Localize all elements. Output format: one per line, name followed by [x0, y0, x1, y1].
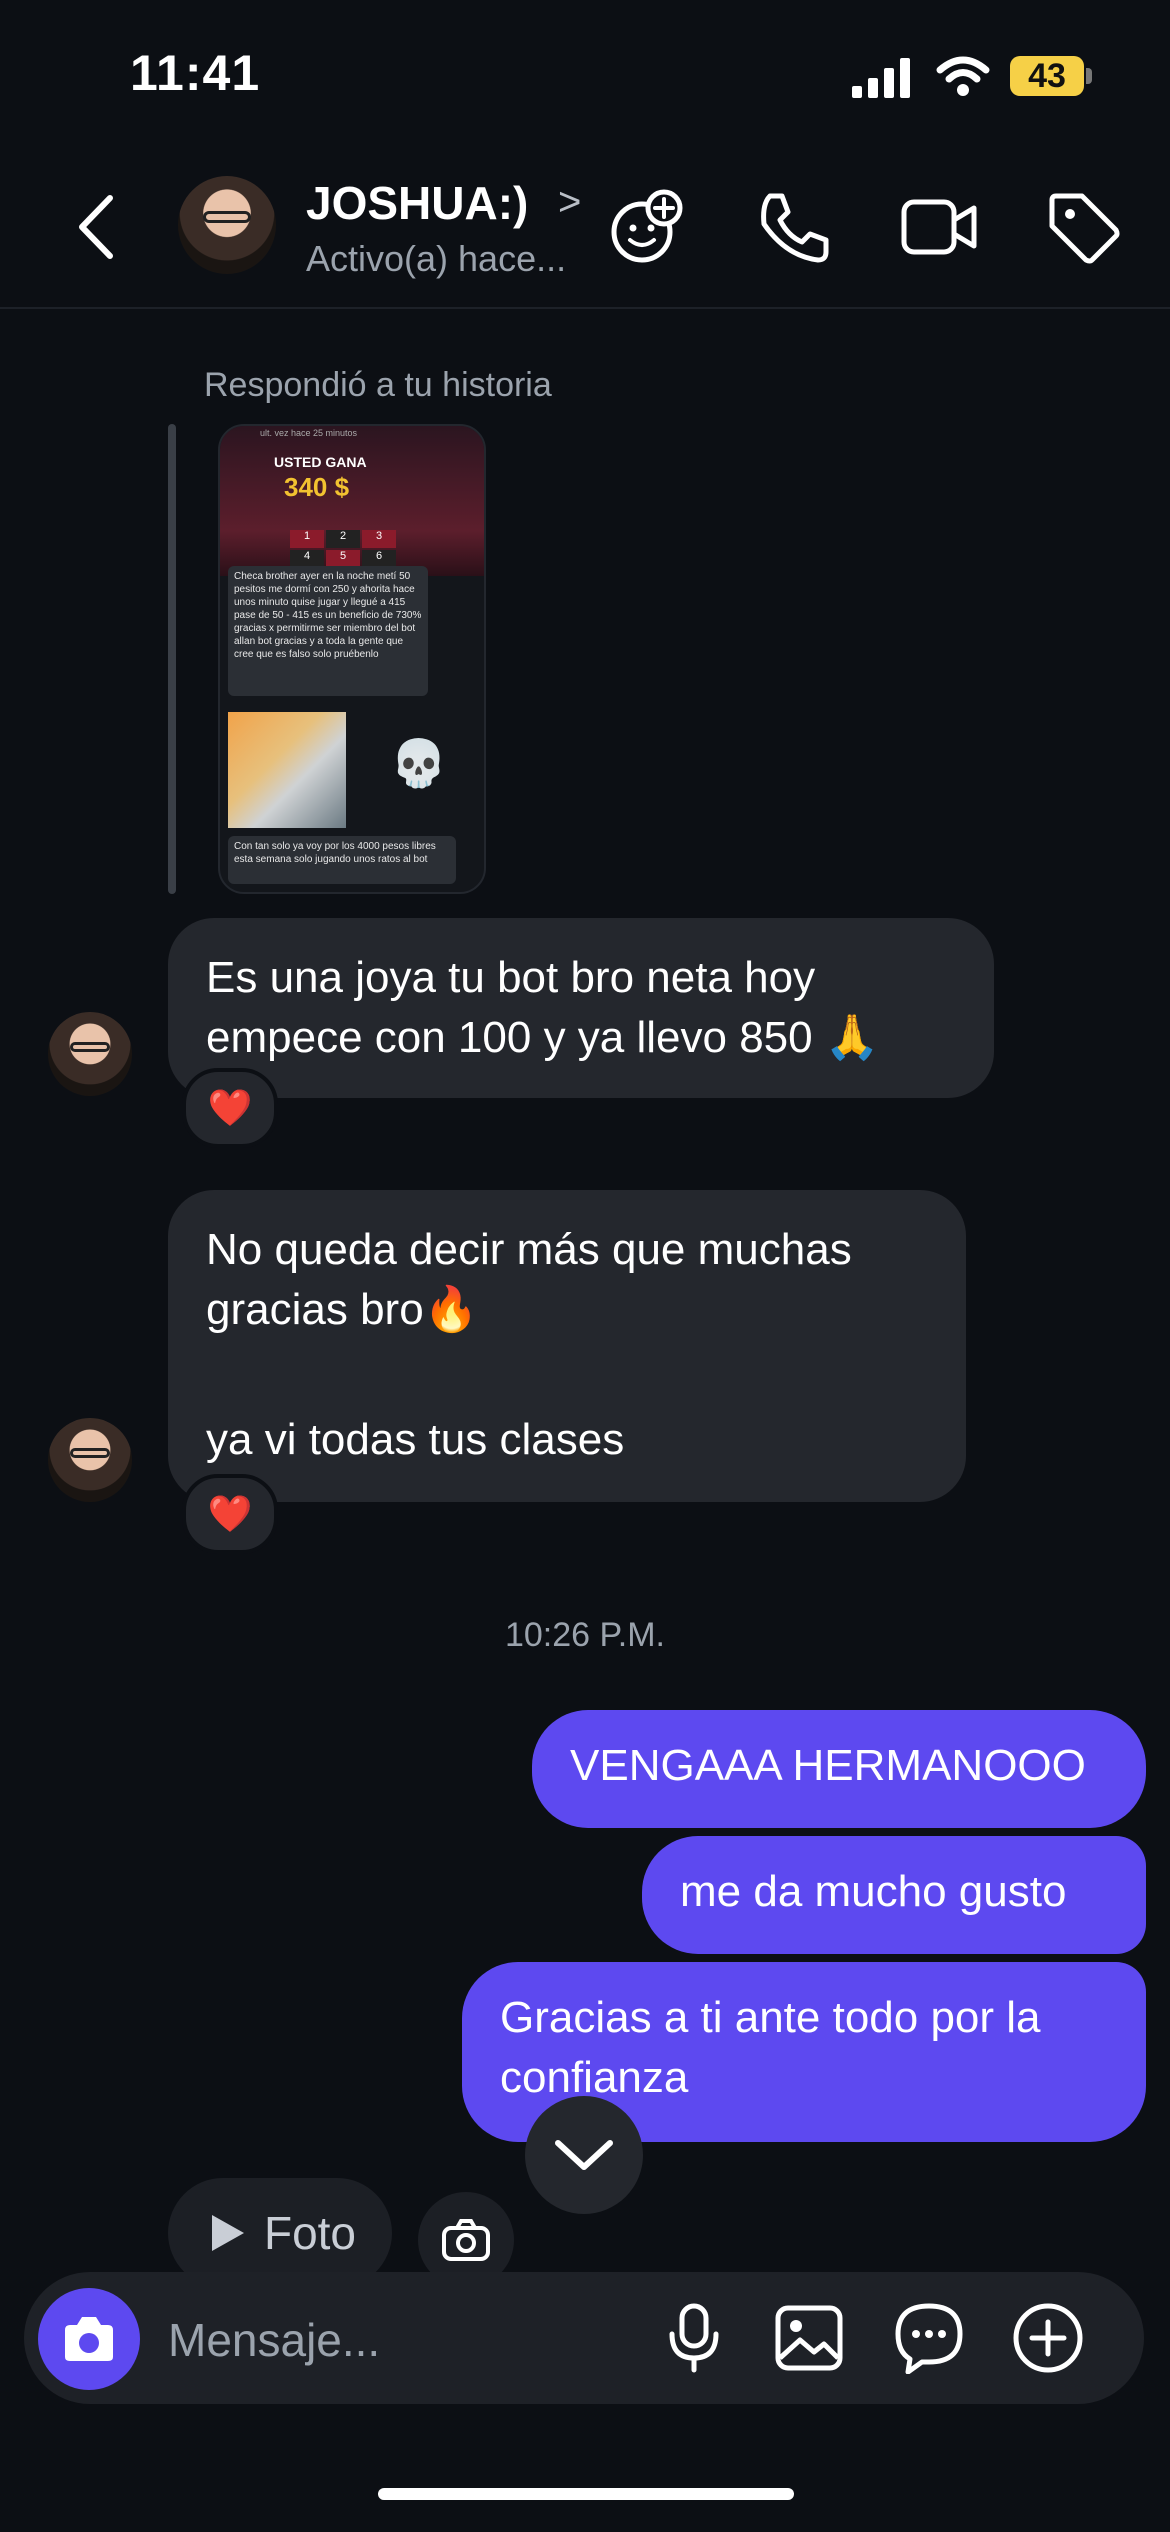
- composer-camera-button[interactable]: [38, 2288, 140, 2390]
- chevron-right-icon[interactable]: >: [558, 180, 581, 225]
- chevron-down-icon: [555, 2140, 613, 2170]
- skull-emoji: 💀: [390, 737, 448, 789]
- back-icon[interactable]: [70, 192, 120, 262]
- effects-icon[interactable]: [608, 186, 688, 266]
- battery-cap: [1086, 68, 1092, 84]
- microphone-icon[interactable]: [666, 2302, 722, 2374]
- wifi-icon: [936, 56, 990, 96]
- message-timestamp: 10:26 P.M.: [504, 1616, 666, 1654]
- gallery-icon[interactable]: [774, 2304, 844, 2372]
- contact-name[interactable]: JOSHUA:): [306, 176, 528, 230]
- sender-avatar[interactable]: [48, 1012, 132, 1096]
- story-win-label: USTED GANA: [274, 454, 367, 470]
- contact-status: Activo(a) hace...: [306, 238, 567, 279]
- incoming-message[interactable]: Es una joya tu bot bro neta hoy empece c…: [168, 918, 994, 1098]
- story-amount: 340 $: [284, 472, 350, 502]
- status-time: 11:41: [130, 45, 261, 101]
- photo-label: Foto: [263, 2207, 357, 2259]
- story-message-1: Checa brother ayer en la noche metí 50 p…: [228, 566, 428, 696]
- story-reply-label: Respondió a tu historia: [204, 366, 552, 404]
- incoming-message[interactable]: No queda decir más que muchas gracias br…: [168, 1190, 966, 1502]
- message-line: ya vi todas tus clases: [206, 1415, 625, 1464]
- header-divider: [0, 307, 1170, 309]
- story-image: [228, 712, 346, 828]
- plus-icon[interactable]: [1012, 2302, 1084, 2374]
- story-preview[interactable]: ult. vez hace 25 minutos USTED GANA 340 …: [218, 424, 486, 894]
- contact-avatar[interactable]: [178, 176, 276, 274]
- camera-icon: [65, 2317, 113, 2361]
- message-line: No queda decir más que muchas gracias br…: [206, 1225, 852, 1334]
- story-message-2: Con tan solo ya voy por los 4000 pesos l…: [228, 836, 456, 884]
- story-top-line: ult. vez hace 25 minutos: [260, 428, 358, 438]
- scroll-to-bottom-button[interactable]: [525, 2096, 643, 2214]
- signal-icon: [852, 58, 910, 98]
- camera-icon: [442, 2219, 490, 2261]
- message-input[interactable]: [168, 2310, 628, 2370]
- heart-reaction[interactable]: ❤️: [182, 1474, 278, 1554]
- play-icon: [211, 2215, 244, 2251]
- reply-indicator-bar: [168, 424, 176, 894]
- outgoing-message[interactable]: VENGAAA HERMANOOO: [532, 1710, 1146, 1828]
- sender-avatar[interactable]: [48, 1418, 132, 1502]
- heart-reaction[interactable]: ❤️: [182, 1068, 278, 1148]
- tag-icon[interactable]: [1046, 190, 1122, 266]
- outgoing-message[interactable]: me da mucho gusto: [642, 1836, 1146, 1954]
- sticker-icon[interactable]: [894, 2302, 964, 2374]
- battery-indicator: 43: [1010, 56, 1084, 96]
- video-icon[interactable]: [900, 196, 980, 258]
- home-indicator: [378, 2488, 794, 2500]
- phone-icon[interactable]: [756, 190, 832, 266]
